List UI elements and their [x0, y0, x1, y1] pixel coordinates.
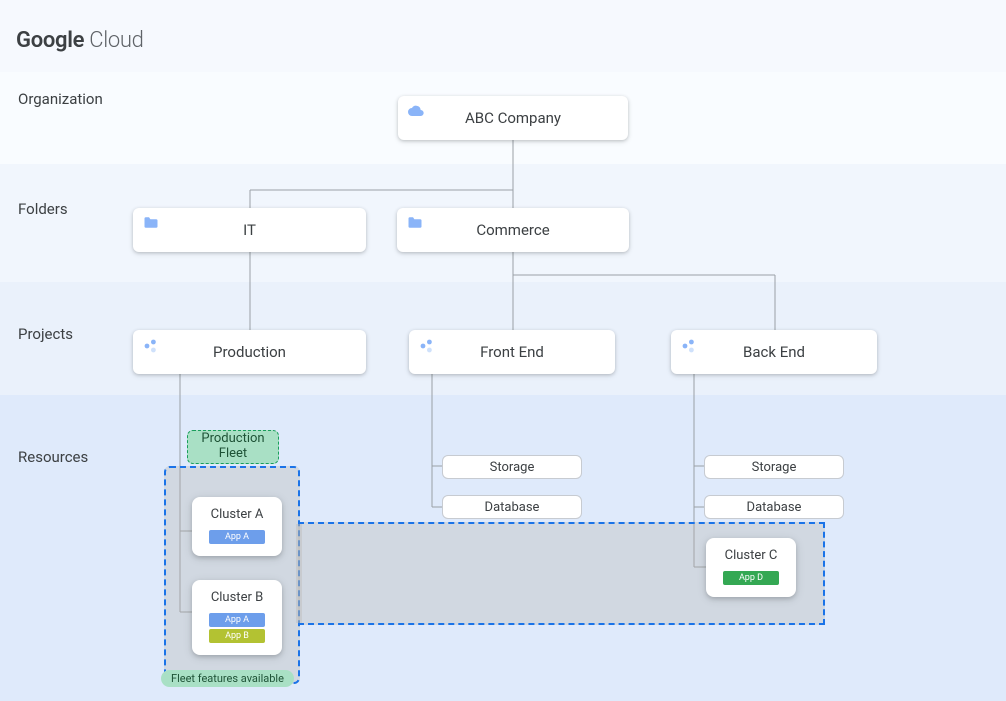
cluster-card-c: Cluster C App D: [706, 538, 796, 597]
fleet-seam-cover: [296, 524, 302, 623]
project-node-backend: Back End: [671, 330, 877, 374]
resource-backend-database: Database: [704, 495, 844, 519]
project-icon: [681, 338, 697, 354]
project-production-label: Production: [213, 343, 286, 361]
cluster-b-app-0: App A: [209, 613, 265, 627]
folder-icon: [143, 216, 159, 229]
project-frontend-label: Front End: [480, 343, 544, 361]
row-label-projects: Projects: [18, 325, 73, 343]
cluster-card-b: Cluster B App A App B: [192, 580, 282, 655]
folder-icon: [407, 216, 423, 229]
folder-commerce-label: Commerce: [476, 221, 549, 239]
project-node-production: Production: [133, 330, 366, 374]
org-node: ABC Company: [398, 96, 628, 140]
folder-node-it: IT: [133, 208, 366, 252]
org-node-label: ABC Company: [465, 109, 561, 127]
cluster-c-title: Cluster C: [725, 548, 778, 563]
project-node-frontend: Front End: [409, 330, 615, 374]
row-bg-resources: [0, 395, 1006, 701]
fleet-footer: Fleet features available: [161, 670, 294, 687]
resource-frontend-storage: Storage: [442, 455, 582, 479]
project-backend-label: Back End: [743, 343, 805, 361]
resource-frontend-database: Database: [442, 495, 582, 519]
fleet-badge: Production Fleet: [187, 430, 279, 464]
folder-node-commerce: Commerce: [397, 208, 629, 252]
fleet-footer-label: Fleet features available: [171, 672, 284, 685]
row-label-folders: Folders: [18, 200, 68, 218]
project-icon: [419, 338, 435, 354]
cluster-a-app-0: App A: [209, 530, 265, 544]
row-label-resources: Resources: [18, 448, 88, 466]
row-label-organization: Organization: [18, 90, 103, 108]
project-icon: [143, 338, 159, 354]
cloud-icon: [408, 104, 424, 116]
cluster-c-app-0: App D: [723, 571, 779, 585]
cluster-card-a: Cluster A App A: [192, 497, 282, 556]
google-cloud-logo: Google Cloud: [16, 28, 144, 53]
logo-bold: Google: [16, 28, 84, 53]
folder-it-label: IT: [243, 221, 256, 239]
cluster-b-title: Cluster B: [211, 590, 263, 605]
cluster-a-title: Cluster A: [211, 507, 264, 522]
resource-backend-storage: Storage: [704, 455, 844, 479]
cluster-b-app-1: App B: [209, 629, 265, 643]
logo-thin: Cloud: [84, 28, 143, 53]
fleet-badge-label: Production Fleet: [196, 432, 270, 462]
